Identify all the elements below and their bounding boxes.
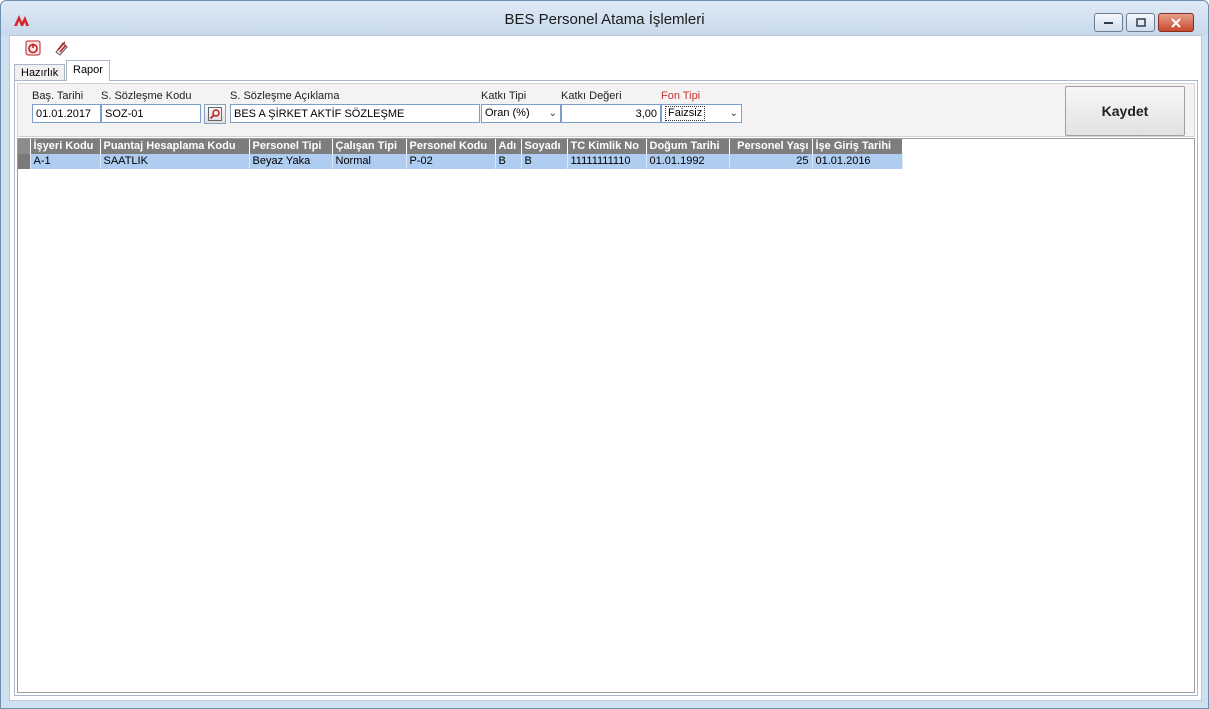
contract-desc-field[interactable]: BES A ŞİRKET AKTİF SÖZLEŞME	[230, 104, 480, 123]
column-header[interactable]: Personel Tipi	[249, 139, 333, 154]
minimize-icon	[1103, 21, 1113, 24]
table-cell[interactable]: SAATLIK	[100, 154, 250, 169]
table-header-row: İşyeri Kodu Puantaj Hesaplama Kodu Perso…	[18, 139, 903, 154]
title-bar[interactable]: BES Personel Atama İşlemleri	[1, 1, 1208, 35]
column-header[interactable]: Soyadı	[521, 139, 568, 154]
contract-desc-label: S. Sözleşme Açıklama	[230, 90, 340, 102]
column-header[interactable]: Personel Kodu	[406, 139, 496, 154]
close-icon	[1171, 17, 1181, 28]
contribution-value-field[interactable]: 3,00	[561, 104, 661, 123]
column-header[interactable]: Doğum Tarihi	[646, 139, 730, 154]
table-cell[interactable]: Beyaz Yaka	[249, 154, 333, 169]
eraser-icon[interactable]	[53, 40, 69, 56]
table-cell[interactable]: Normal	[332, 154, 407, 169]
column-header[interactable]: İşyeri Kodu	[30, 139, 101, 154]
rapor-tab-page: Baş. Tarihi 01.01.2017 S. Sözleşme Kodu …	[14, 80, 1198, 696]
filter-panel: Baş. Tarihi 01.01.2017 S. Sözleşme Kodu …	[17, 83, 1195, 137]
column-header[interactable]: İşe Giriş Tarihi	[812, 139, 903, 154]
chevron-down-icon: ⌄	[548, 108, 557, 119]
column-header[interactable]: Puantaj Hesaplama Kodu	[100, 139, 250, 154]
contribution-type-value: Oran (%)	[485, 107, 530, 119]
table-row[interactable]: A-1 SAATLIK Beyaz Yaka Normal P-02 B B 1…	[18, 154, 903, 169]
contract-code-label: S. Sözleşme Kodu	[101, 90, 192, 102]
tab-hazirlik[interactable]: Hazırlık	[14, 64, 66, 81]
column-header[interactable]: Adı	[495, 139, 522, 154]
maximize-button[interactable]	[1126, 13, 1155, 32]
power-icon[interactable]	[25, 40, 41, 56]
window-title: BES Personel Atama İşlemleri	[504, 11, 705, 28]
table-cell[interactable]: 01.01.1992	[646, 154, 730, 169]
personnel-grid[interactable]: İşyeri Kodu Puantaj Hesaplama Kodu Perso…	[17, 138, 1195, 693]
contract-lookup-button[interactable]	[204, 104, 226, 124]
fund-type-label: Fon Tipi	[661, 90, 701, 102]
table-cell[interactable]: B	[495, 154, 522, 169]
fund-type-value: Faizsiz	[665, 106, 706, 121]
column-header[interactable]: Personel Yaşı	[729, 139, 813, 154]
chevron-down-icon: ⌄	[729, 108, 738, 119]
contribution-value-label: Katkı Değeri	[561, 90, 622, 102]
table-cell[interactable]: 25	[729, 154, 813, 169]
table-cell[interactable]: P-02	[406, 154, 496, 169]
table-cell[interactable]: B	[521, 154, 568, 169]
minimize-button[interactable]	[1094, 13, 1123, 32]
table-cell[interactable]: 11111111110	[567, 154, 647, 169]
contract-code-field[interactable]: SOZ-01	[101, 104, 201, 123]
client-area: Hazırlık Rapor Baş. Tarihi 01.01.2017 S.…	[9, 35, 1202, 701]
column-header[interactable]: TC Kimlik No	[567, 139, 647, 154]
personnel-table: İşyeri Kodu Puantaj Hesaplama Kodu Perso…	[18, 139, 903, 169]
column-header[interactable]: Çalışan Tipi	[332, 139, 407, 154]
contribution-type-select[interactable]: Oran (%) ⌄	[481, 104, 561, 123]
close-button[interactable]	[1158, 13, 1194, 32]
tab-rapor[interactable]: Rapor	[66, 60, 110, 81]
row-indicator[interactable]	[18, 154, 31, 169]
search-icon	[208, 107, 222, 121]
start-date-field[interactable]: 01.01.2017	[32, 104, 101, 123]
restore-icon	[1135, 18, 1146, 27]
table-cell[interactable]: A-1	[30, 154, 101, 169]
fund-type-select[interactable]: Faizsiz ⌄	[661, 104, 742, 123]
row-indicator-header	[18, 139, 31, 154]
app-window: BES Personel Atama İşlemleri Hazırlık Ra…	[0, 0, 1209, 709]
save-button[interactable]: Kaydet	[1065, 86, 1185, 136]
table-cell[interactable]: 01.01.2016	[812, 154, 903, 169]
start-date-label: Baş. Tarihi	[32, 90, 84, 102]
contribution-type-label: Katkı Tipi	[481, 90, 527, 102]
